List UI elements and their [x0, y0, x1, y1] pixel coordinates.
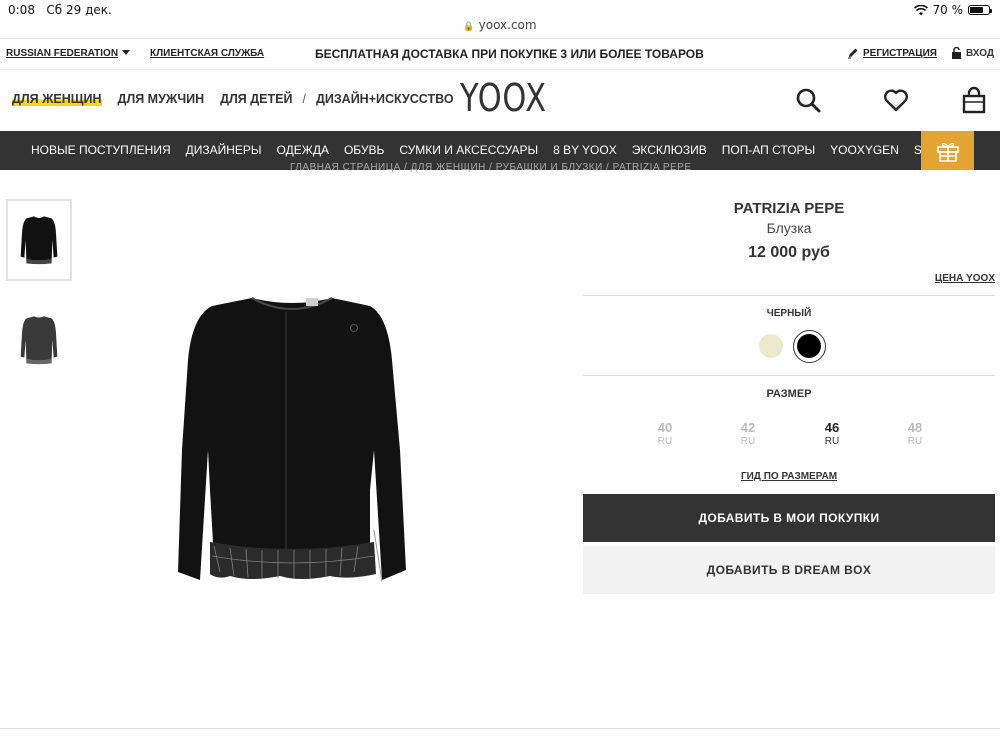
blouse-thumbnail-back-image [20, 316, 58, 365]
size-value: 48 [907, 420, 923, 435]
size-option-40[interactable]: 40 RU [645, 420, 685, 447]
register-label: РЕГИСТРАЦИЯ [862, 47, 937, 59]
cat-clothing[interactable]: ОДЕЖДА [277, 143, 329, 157]
color-swatch-black[interactable] [797, 334, 821, 358]
wifi-icon [913, 4, 928, 15]
size-system: RU [907, 436, 923, 447]
thumbnail-back[interactable] [6, 299, 72, 381]
battery-percent: 70 % [932, 3, 964, 17]
date: Сб 29 дек. [46, 3, 112, 17]
cat-yooxygen[interactable]: YOOXYGEN [830, 143, 899, 157]
cat-new-arrivals[interactable]: НОВЫЕ ПОСТУПЛЕНИЯ [31, 143, 171, 157]
add-to-dreambox-button[interactable]: ДОБАВИТЬ В DREAM BOX [583, 546, 995, 594]
gift-icon [936, 142, 959, 162]
size-option-46[interactable]: 46 RU [812, 420, 852, 447]
address-bar[interactable]: 🔒 yoox.com [0, 18, 1000, 32]
status-indicators: 70 % [913, 3, 992, 17]
search-icon[interactable] [794, 86, 822, 114]
add-to-cart-button[interactable]: ДОБАВИТЬ В МОИ ПОКУПКИ [583, 494, 995, 542]
nav-women[interactable]: ДЛЯ ЖЕНЩИН [12, 92, 102, 106]
size-option-48[interactable]: 48 RU [895, 420, 935, 447]
size-system: RU [824, 436, 840, 447]
url-text: yoox.com [478, 18, 537, 32]
product-brand[interactable]: PATRIZIA PEPE [583, 200, 995, 217]
cat-designers[interactable]: ДИЗАЙНЕРЫ [186, 143, 262, 157]
product-type: Блузка [766, 220, 812, 236]
nav-separator: / [302, 92, 306, 106]
cat-shoes[interactable]: ОБУВЬ [344, 143, 384, 157]
clock: 0:08 [8, 3, 35, 17]
cat-popup-stores[interactable]: ПОП-АП СТОРЫ [722, 143, 815, 157]
cat-exclusive[interactable]: ЭКСКЛЮЗИВ [632, 143, 707, 157]
pencil-icon [847, 48, 858, 59]
gender-nav: ДЛЯ ЖЕНЩИН ДЛЯ МУЖЧИН ДЛЯ ДЕТЕЙ / ДИЗАЙН… [12, 92, 470, 106]
color-swatch-cream[interactable] [759, 334, 783, 358]
utility-bar: RUSSIAN FEDERATION КЛИЕНТСКАЯ СЛУЖБА БЕС… [0, 38, 1000, 70]
site-logo[interactable]: YOOX [460, 76, 547, 120]
battery-fill [970, 7, 983, 13]
size-label: РАЗМЕР [766, 388, 812, 400]
size-system: RU [657, 436, 673, 447]
chevron-down-icon [122, 50, 131, 55]
size-option-42[interactable]: 42 RU [728, 420, 768, 447]
site-header: ДЛЯ ЖЕНЩИН ДЛЯ МУЖЧИН ДЛЯ ДЕТЕЙ / ДИЗАЙН… [0, 70, 1000, 131]
nav-design-art[interactable]: ДИЗАЙН+ИСКУССТВО [316, 92, 454, 106]
product-price: 12 000 руб [748, 244, 830, 261]
cat-8-by-yoox[interactable]: 8 BY YOOX [553, 143, 617, 157]
customer-service-link[interactable]: КЛИЕНТСКАЯ СЛУЖБА [150, 48, 264, 59]
login-label: ВХОД [965, 47, 994, 59]
country-label: RUSSIAN FEDERATION [6, 48, 119, 59]
login-link[interactable]: ВХОД [951, 47, 994, 59]
nav-men[interactable]: ДЛЯ МУЖЧИН [118, 92, 205, 106]
footer-divider [0, 728, 1000, 729]
category-list: НОВЫЕ ПОСТУПЛЕНИЯ ДИЗАЙНЕРЫ ОДЕЖДА ОБУВЬ… [31, 143, 960, 157]
battery-icon [968, 5, 992, 15]
size-value: 40 [657, 420, 673, 435]
padlock-icon [951, 47, 961, 59]
product-main-image[interactable] [170, 290, 415, 590]
cat-bags-accessories[interactable]: СУМКИ И АКСЕССУАРЫ [399, 143, 538, 157]
divider [583, 375, 995, 376]
gift-button[interactable] [921, 131, 974, 170]
size-value: 46 [824, 420, 840, 435]
price-info-link[interactable]: ЦЕНА YOOX [935, 273, 995, 284]
status-time: 0:08 Сб 29 дек. [8, 3, 112, 17]
heart-icon[interactable] [882, 86, 910, 114]
size-guide-link[interactable]: ГИД ПО РАЗМЕРАМ [583, 471, 995, 482]
blouse-thumbnail-image [20, 216, 58, 265]
nav-kids[interactable]: ДЛЯ ДЕТЕЙ [220, 92, 292, 106]
size-value: 42 [740, 420, 756, 435]
color-label: ЧЕРНЫЙ [766, 308, 812, 319]
register-link[interactable]: РЕГИСТРАЦИЯ [847, 47, 937, 59]
country-selector[interactable]: RUSSIAN FEDERATION [6, 48, 131, 59]
size-system: RU [740, 436, 756, 447]
divider [583, 295, 995, 296]
breadcrumb[interactable]: ГЛАВНАЯ СТРАНИЦА / ДЛЯ ЖЕНЩИН / РУБАШКИ … [290, 162, 692, 174]
promo-banner: БЕСПЛАТНАЯ ДОСТАВКА ПРИ ПОКУПКЕ 3 ИЛИ БО… [315, 47, 704, 61]
lock-icon: 🔒 [463, 22, 475, 32]
shopping-bag-icon[interactable] [960, 86, 988, 114]
thumbnail-front[interactable] [6, 199, 72, 281]
status-bar: 0:08 Сб 29 дек. 🔒 yoox.com 70 % [0, 0, 1000, 38]
